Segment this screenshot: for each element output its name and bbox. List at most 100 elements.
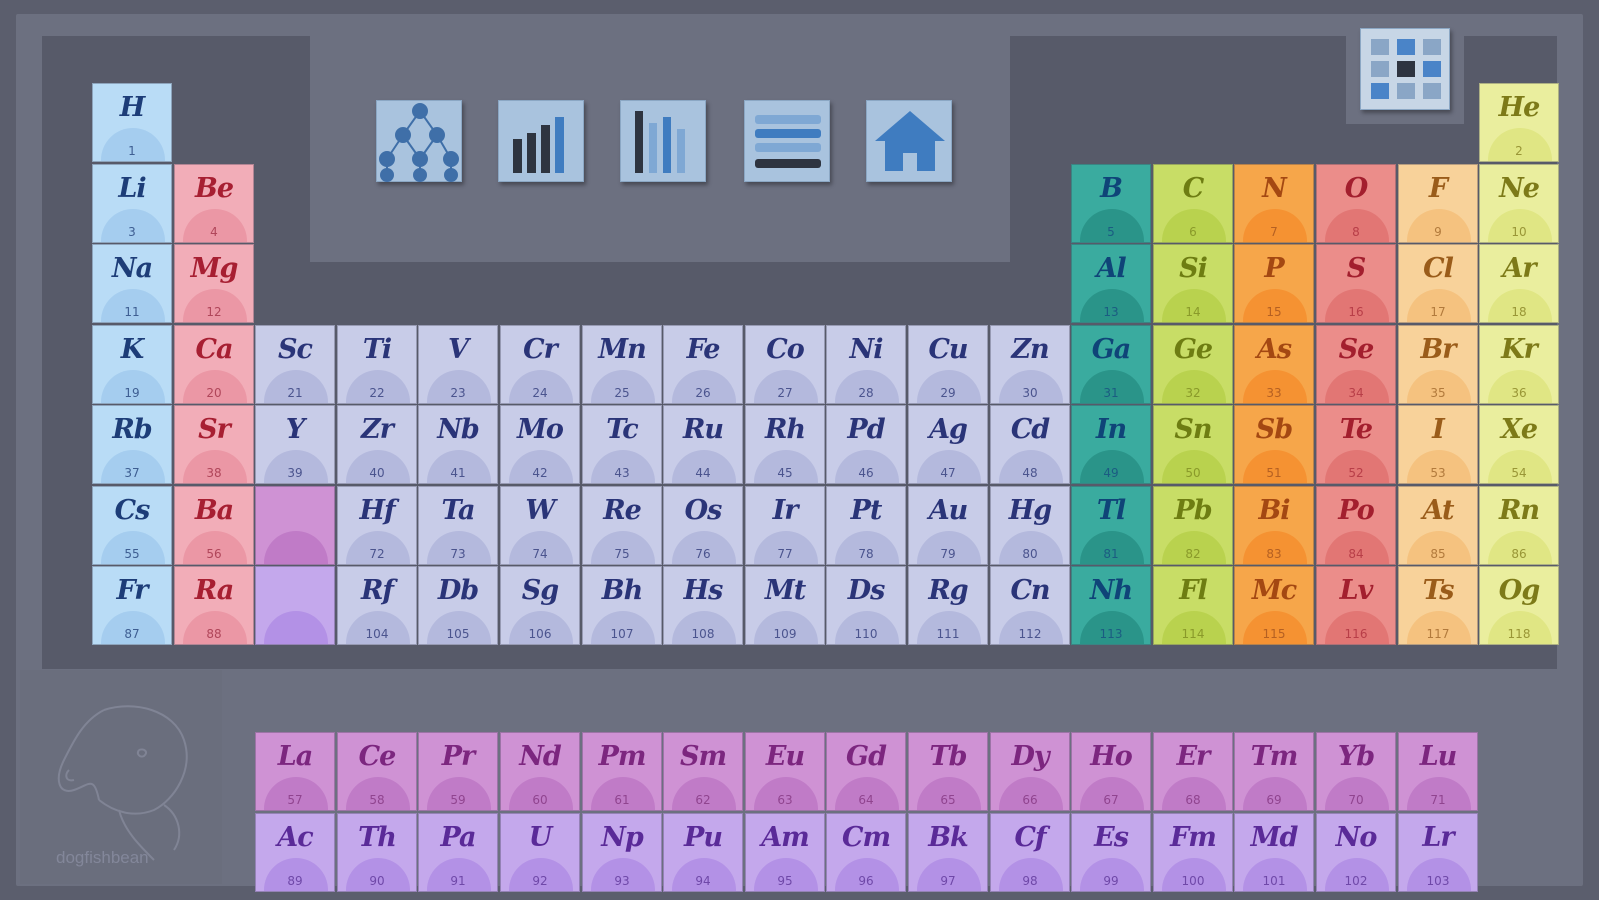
element-cell-se[interactable]: Se 34 (1316, 325, 1396, 404)
element-cell-nb[interactable]: Nb 41 (418, 405, 498, 484)
element-cell-ca[interactable]: Ca 20 (174, 325, 254, 404)
hierarchy-view-button[interactable] (376, 100, 462, 182)
element-cell-lr[interactable]: Lr 103 (1398, 813, 1478, 892)
element-cell-cr[interactable]: Cr 24 (500, 325, 580, 404)
element-cell-br[interactable]: Br 35 (1398, 325, 1478, 404)
element-cell-ts[interactable]: Ts 117 (1398, 566, 1478, 645)
element-cell-k[interactable]: K 19 (92, 325, 172, 404)
element-cell-ho[interactable]: Ho 67 (1071, 732, 1151, 811)
element-cell-fr[interactable]: Fr 87 (92, 566, 172, 645)
element-cell-ba[interactable]: Ba 56 (174, 486, 254, 565)
element-cell-dy[interactable]: Dy 66 (990, 732, 1070, 811)
element-cell-sn[interactable]: Sn 50 (1153, 405, 1233, 484)
element-cell-md[interactable]: Md 101 (1234, 813, 1314, 892)
element-cell-mt[interactable]: Mt 109 (745, 566, 825, 645)
element-cell-eu[interactable]: Eu 63 (745, 732, 825, 811)
element-cell-ce[interactable]: Ce 58 (337, 732, 417, 811)
element-cell-al[interactable]: Al 13 (1071, 244, 1151, 323)
element-cell-xe[interactable]: Xe 54 (1479, 405, 1559, 484)
list-view-button[interactable] (744, 100, 830, 182)
element-cell-u[interactable]: U 92 (500, 813, 580, 892)
element-cell-hs[interactable]: Hs 108 (663, 566, 743, 645)
element-cell-ni[interactable]: Ni 28 (826, 325, 906, 404)
element-cell-ag[interactable]: Ag 47 (908, 405, 988, 484)
element-cell-rh[interactable]: Rh 45 (745, 405, 825, 484)
element-cell-er[interactable]: Er 68 (1153, 732, 1233, 811)
element-cell-no[interactable]: No 102 (1316, 813, 1396, 892)
element-cell-np[interactable]: Np 93 (582, 813, 662, 892)
element-cell-ir[interactable]: Ir 77 (745, 486, 825, 565)
element-cell-tc[interactable]: Tc 43 (582, 405, 662, 484)
element-cell-ar[interactable]: Ar 18 (1479, 244, 1559, 323)
element-cell-fl[interactable]: Fl 114 (1153, 566, 1233, 645)
element-cell-ti[interactable]: Ti 22 (337, 325, 417, 404)
element-cell-zr[interactable]: Zr 40 (337, 405, 417, 484)
element-cell-b[interactable]: B5 (1071, 164, 1151, 243)
element-cell-sm[interactable]: Sm 62 (663, 732, 743, 811)
element-cell-mc[interactable]: Mc 115 (1234, 566, 1314, 645)
element-cell-tb[interactable]: Tb 65 (908, 732, 988, 811)
element-cell-mg[interactable]: Mg 12 (174, 244, 254, 323)
element-cell-am[interactable]: Am 95 (745, 813, 825, 892)
element-cell-sg[interactable]: Sg 106 (500, 566, 580, 645)
element-cell-f[interactable]: F9 (1398, 164, 1478, 243)
element-cell-w[interactable]: W 74 (500, 486, 580, 565)
element-cell-o[interactable]: O8 (1316, 164, 1396, 243)
element-cell-pm[interactable]: Pm 61 (582, 732, 662, 811)
element-cell-cu[interactable]: Cu 29 (908, 325, 988, 404)
element-cell-og[interactable]: Og 118 (1479, 566, 1559, 645)
element-cell-na[interactable]: Na 11 (92, 244, 172, 323)
element-cell-p[interactable]: P 15 (1234, 244, 1314, 323)
element-cell-be[interactable]: Be 4 (174, 164, 254, 243)
element-cell-i[interactable]: I 53 (1398, 405, 1478, 484)
element-cell-ge[interactable]: Ge 32 (1153, 325, 1233, 404)
element-cell-y[interactable]: Y 39 (255, 405, 335, 484)
element-cell-ds[interactable]: Ds 110 (826, 566, 906, 645)
element-cell-te[interactable]: Te 52 (1316, 405, 1396, 484)
element-cell-sc[interactable]: Sc 21 (255, 325, 335, 404)
element-cell-zn[interactable]: Zn 30 (990, 325, 1070, 404)
element-cell-sr[interactable]: Sr 38 (174, 405, 254, 484)
grid-view-button[interactable] (1360, 28, 1450, 110)
element-placeholder-actinide[interactable] (255, 566, 335, 645)
element-cell-rf[interactable]: Rf 104 (337, 566, 417, 645)
element-cell-co[interactable]: Co 27 (745, 325, 825, 404)
element-cell-th[interactable]: Th 90 (337, 813, 417, 892)
element-cell-h[interactable]: H1 (92, 83, 172, 162)
element-cell-bk[interactable]: Bk 97 (908, 813, 988, 892)
element-cell-lv[interactable]: Lv 116 (1316, 566, 1396, 645)
element-cell-tl[interactable]: Tl 81 (1071, 486, 1151, 565)
column-chart-view-button[interactable] (620, 100, 706, 182)
element-cell-nh[interactable]: Nh 113 (1071, 566, 1151, 645)
element-cell-es[interactable]: Es 99 (1071, 813, 1151, 892)
element-cell-bh[interactable]: Bh 107 (582, 566, 662, 645)
element-cell-rg[interactable]: Rg 111 (908, 566, 988, 645)
element-cell-au[interactable]: Au 79 (908, 486, 988, 565)
element-cell-mn[interactable]: Mn 25 (582, 325, 662, 404)
element-cell-ne[interactable]: Ne 10 (1479, 164, 1559, 243)
element-cell-cl[interactable]: Cl 17 (1398, 244, 1478, 323)
element-cell-os[interactable]: Os 76 (663, 486, 743, 565)
element-cell-li[interactable]: Li 3 (92, 164, 172, 243)
element-cell-pd[interactable]: Pd 46 (826, 405, 906, 484)
element-cell-he[interactable]: He 2 (1479, 83, 1559, 162)
element-cell-re[interactable]: Re 75 (582, 486, 662, 565)
element-cell-cn[interactable]: Cn 112 (990, 566, 1070, 645)
element-cell-at[interactable]: At 85 (1398, 486, 1478, 565)
element-cell-nd[interactable]: Nd 60 (500, 732, 580, 811)
element-cell-po[interactable]: Po 84 (1316, 486, 1396, 565)
element-cell-fe[interactable]: Fe 26 (663, 325, 743, 404)
element-cell-yb[interactable]: Yb 70 (1316, 732, 1396, 811)
element-cell-c[interactable]: C6 (1153, 164, 1233, 243)
element-cell-bi[interactable]: Bi 83 (1234, 486, 1314, 565)
element-cell-cs[interactable]: Cs 55 (92, 486, 172, 565)
element-cell-mo[interactable]: Mo 42 (500, 405, 580, 484)
element-cell-db[interactable]: Db 105 (418, 566, 498, 645)
element-cell-ac[interactable]: Ac 89 (255, 813, 335, 892)
bar-chart-view-button[interactable] (498, 100, 584, 182)
element-cell-rb[interactable]: Rb 37 (92, 405, 172, 484)
element-cell-in[interactable]: In 49 (1071, 405, 1151, 484)
element-cell-si[interactable]: Si 14 (1153, 244, 1233, 323)
element-cell-hg[interactable]: Hg 80 (990, 486, 1070, 565)
element-cell-pu[interactable]: Pu 94 (663, 813, 743, 892)
